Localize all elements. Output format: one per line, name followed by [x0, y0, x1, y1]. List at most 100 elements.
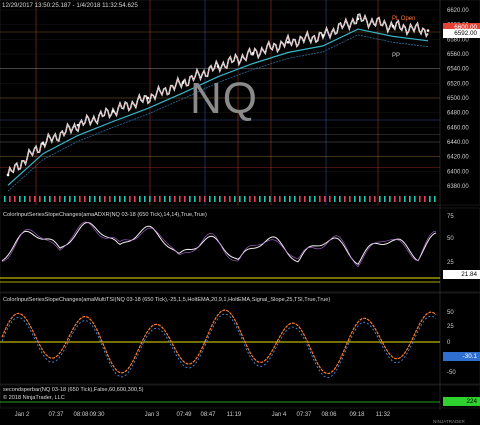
signal-bar — [279, 196, 281, 202]
signal-bar — [169, 196, 171, 202]
signal-bar — [199, 196, 201, 202]
signal-bar — [49, 196, 51, 202]
signal-bar — [94, 196, 96, 202]
signal-bar — [99, 196, 101, 202]
signal-bar — [304, 196, 306, 202]
chart-window: 6620.006600.006580.006560.006540.006520.… — [0, 0, 480, 425]
signal-bar — [344, 196, 346, 202]
signal-bar — [224, 196, 226, 202]
signal-bar — [9, 196, 11, 202]
signal-bar — [104, 196, 106, 202]
instrument-watermark: NQ — [190, 74, 258, 123]
panel-frame — [0, 292, 480, 385]
signal-bar — [109, 196, 111, 202]
x-tick-label: Jan 3 — [145, 412, 160, 418]
signal-bar — [369, 196, 371, 202]
signal-bar — [234, 196, 236, 202]
price-point — [216, 65, 220, 68]
signal-bar — [319, 196, 321, 202]
panel-frame — [0, 207, 480, 293]
y-tick-label: 6560.00 — [447, 52, 469, 58]
signal-bar — [434, 196, 436, 202]
adxr-value-tag: 21.84 — [443, 270, 480, 279]
price-point — [321, 34, 325, 37]
adxr-panel-title: ColorInputSeriesSlopeChanges(amaADXR(NQ … — [3, 212, 207, 218]
signal-bar — [29, 196, 31, 202]
signal-bar — [424, 196, 426, 202]
y-tick-label: 6580.00 — [447, 37, 469, 43]
signal-bar — [374, 196, 376, 202]
price-point — [286, 40, 290, 44]
adxr-y-tick: 50 — [447, 236, 454, 242]
signal-bar — [259, 196, 261, 202]
x-tick-label: 08:47 — [200, 412, 216, 418]
signal-bar — [144, 196, 146, 202]
signal-bar — [379, 196, 381, 202]
signal-bar — [209, 196, 211, 202]
price-point — [356, 17, 360, 21]
signal-bar — [264, 196, 266, 202]
tsi-signal-line — [1, 313, 437, 379]
adxr-line — [1, 221, 437, 266]
signal-bar — [39, 196, 41, 202]
x-tick-label: 09:30 — [89, 412, 105, 418]
signal-bar — [219, 196, 221, 202]
signal-bar — [339, 196, 341, 202]
signal-bar — [389, 196, 391, 202]
y-tick-label: 6620.00 — [447, 8, 469, 14]
signal-bar — [64, 196, 66, 202]
signal-bar — [19, 196, 21, 202]
signal-bar — [254, 196, 256, 202]
x-tick-label: 07:37 — [296, 412, 312, 418]
x-tick-label: 08:06 — [321, 412, 337, 418]
x-tick-label: Jan 4 — [272, 412, 287, 418]
signal-bar — [4, 196, 6, 202]
signal-bar — [229, 196, 231, 202]
signal-bar — [179, 196, 181, 202]
signal-bar — [349, 196, 351, 202]
signal-bar — [174, 196, 176, 202]
signal-bar — [184, 196, 186, 202]
signal-bar — [114, 196, 116, 202]
signal-bar — [404, 196, 406, 202]
seconds-value-tag: 224 — [443, 397, 480, 406]
signal-bar — [294, 196, 296, 202]
signal-bar — [334, 196, 336, 202]
signal-bar — [24, 196, 26, 202]
price-point — [6, 173, 10, 177]
current-price-tag: 6592.00 — [443, 29, 480, 38]
y-tick-label: 6400.00 — [447, 169, 469, 175]
signal-bar — [274, 196, 276, 202]
signal-bar — [414, 196, 416, 202]
price-point — [111, 109, 115, 113]
pl-open-label: PL Open — [392, 16, 416, 22]
signal-bar — [239, 196, 241, 202]
price-point — [426, 29, 430, 32]
price-point — [251, 51, 255, 55]
adxr-y-tick: 25 — [447, 260, 454, 266]
x-tick-label: 11:32 — [376, 412, 391, 418]
y-tick-label: 6440.00 — [447, 140, 469, 146]
price-point — [181, 81, 185, 84]
y-tick-label: 6460.00 — [447, 125, 469, 131]
signal-bar — [89, 196, 91, 202]
signal-bar — [79, 196, 81, 202]
y-tick-label: 6540.00 — [447, 67, 469, 73]
signal-bar — [204, 196, 206, 202]
signal-bar — [84, 196, 86, 202]
signal-bar — [214, 196, 216, 202]
date-range-label: 12/29/2017 13:50:25.187 - 1/4/2018 11:32… — [2, 2, 138, 9]
x-tick-label: 07:37 — [48, 412, 64, 418]
signal-bar — [74, 196, 76, 202]
signal-bar — [324, 196, 326, 202]
pp-label: PP — [392, 53, 401, 59]
x-tick-label: 09:18 — [349, 412, 365, 418]
signal-bar — [69, 196, 71, 202]
signal-bar — [419, 196, 421, 202]
signal-bar — [139, 196, 141, 202]
adxr-y-tick: 75 — [447, 214, 454, 220]
signal-bar — [129, 196, 131, 202]
y-tick-label: 6420.00 — [447, 155, 469, 161]
signal-bar — [409, 196, 411, 202]
signal-bar — [309, 196, 311, 202]
